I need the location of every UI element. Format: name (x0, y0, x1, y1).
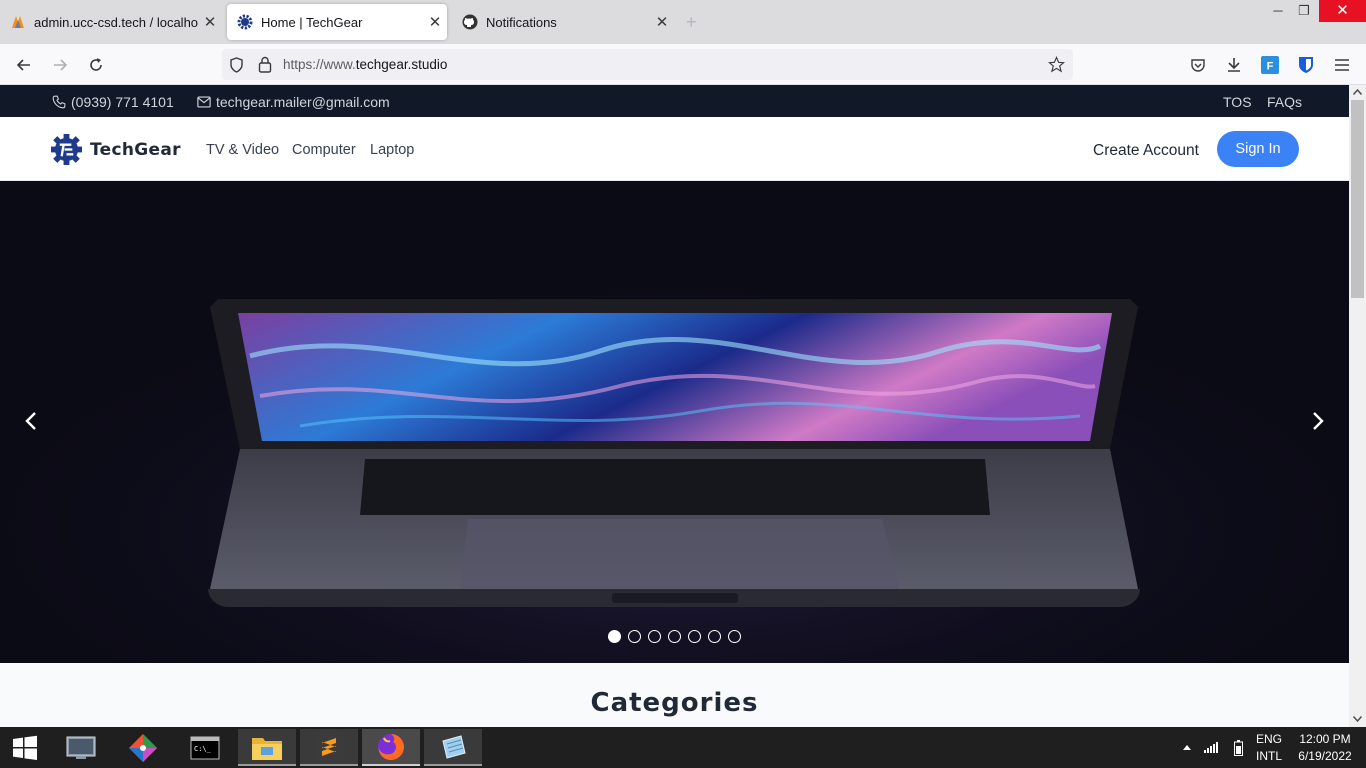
phone-contact[interactable]: (0939) 771 4101 (52, 94, 174, 110)
sublime-text-icon[interactable] (300, 729, 358, 766)
carousel-dot[interactable] (688, 630, 701, 643)
create-account-link[interactable]: Create Account (1093, 142, 1199, 160)
language-indicator[interactable]: ENG INTL (1254, 731, 1284, 765)
clock[interactable]: 12:00 PM 6/19/2022 (1292, 731, 1358, 765)
address-bar[interactable]: https://www.techgear.studio (222, 49, 1073, 80)
battery-icon[interactable] (1234, 740, 1243, 756)
keyboard-layout: INTL (1255, 749, 1282, 763)
carousel-prev-arrow-icon[interactable] (20, 409, 44, 433)
close-tab-icon[interactable]: ✕ (423, 13, 447, 31)
scroll-down-arrow-icon[interactable] (1353, 716, 1362, 722)
shield-icon[interactable] (229, 57, 244, 73)
laptop-hero-image (0, 181, 1349, 663)
nav-link-laptop[interactable]: Laptop (370, 142, 414, 158)
top-info-bar: (0939) 771 4101 techgear.mailer@gmail.co… (0, 85, 1349, 117)
carousel-indicators (608, 630, 748, 643)
svg-text:C:\_: C:\_ (194, 745, 212, 753)
tab-title: admin.ucc-csd.tech / localhost (34, 14, 198, 30)
back-arrow-icon[interactable] (12, 53, 36, 77)
tab-title: Home | TechGear (261, 14, 363, 30)
nav-link-tv-video[interactable]: TV & Video (206, 142, 279, 158)
carousel-dot[interactable] (608, 630, 621, 643)
tray-chevron-up-icon[interactable] (1182, 744, 1192, 751)
brand-name: TechGear (90, 139, 181, 160)
hero-carousel (0, 181, 1349, 663)
phone-number: (0939) 771 4101 (71, 94, 174, 110)
clock-time: 12:00 PM (1299, 732, 1351, 746)
browser-tab-strip: admin.ucc-csd.tech / localhost ✕ Home | … (0, 0, 1366, 44)
phpmyadmin-icon (12, 16, 24, 28)
windows-start-icon[interactable] (0, 729, 50, 766)
extension-ft-icon[interactable]: F (1258, 53, 1282, 77)
carousel-next-arrow-icon[interactable] (1305, 409, 1329, 433)
firefox-icon[interactable] (362, 729, 420, 766)
carousel-dot[interactable] (668, 630, 681, 643)
bookmark-star-icon[interactable] (1048, 56, 1065, 73)
bitwarden-icon[interactable] (1294, 53, 1318, 77)
restore-window-icon[interactable]: ❐ (1288, 0, 1320, 22)
hamburger-menu-icon[interactable] (1330, 53, 1354, 77)
site-header: TechGear TV & Video Computer Laptop Crea… (0, 117, 1349, 181)
techgear-gear-icon (237, 14, 253, 30)
tab-admin[interactable]: admin.ucc-csd.tech / localhost ✕ (0, 4, 222, 40)
new-tab-plus-icon[interactable]: + (686, 12, 697, 33)
envelope-icon (197, 96, 211, 108)
email-contact[interactable]: techgear.mailer@gmail.com (197, 94, 390, 110)
forward-arrow-icon[interactable] (48, 53, 72, 77)
git-kraken-icon[interactable] (114, 729, 172, 766)
github-icon (462, 14, 478, 30)
clock-date: 6/19/2022 (1298, 749, 1352, 763)
email-address: techgear.mailer@gmail.com (216, 94, 390, 110)
carousel-dot[interactable] (708, 630, 721, 643)
browser-navbar: https://www.techgear.studio F (0, 44, 1366, 85)
notepad-icon[interactable] (424, 729, 482, 766)
reload-icon[interactable] (84, 53, 108, 77)
url-text[interactable]: https://www.techgear.studio (283, 57, 447, 72)
faqs-link[interactable]: FAQs (1267, 94, 1302, 110)
command-prompt-icon[interactable]: C:\_ (176, 729, 234, 766)
carousel-dot[interactable] (728, 630, 741, 643)
carousel-dot[interactable] (648, 630, 661, 643)
brand-logo-link[interactable]: TechGear (51, 133, 181, 166)
nav-link-computer[interactable]: Computer (292, 142, 356, 158)
tab-title: Notifications (486, 14, 557, 30)
pocket-icon[interactable] (1186, 53, 1210, 77)
download-icon[interactable] (1222, 53, 1246, 77)
sign-in-button[interactable]: Sign In (1217, 131, 1299, 167)
web-page: (0939) 771 4101 techgear.mailer@gmail.co… (0, 85, 1349, 727)
scroll-up-arrow-icon[interactable] (1353, 89, 1362, 95)
techgear-logo-icon (51, 134, 82, 165)
close-window-icon[interactable]: ✕ (1319, 0, 1366, 22)
file-explorer-icon[interactable] (238, 729, 296, 766)
windows-taskbar: C:\_ ENG INTL 12:00 PM 6/19/2022 (0, 727, 1366, 768)
tab-notifications[interactable]: Notifications ✕ (452, 4, 674, 40)
close-tab-icon[interactable]: ✕ (198, 13, 222, 31)
categories-heading: Categories (590, 688, 759, 718)
scrollbar-thumb[interactable] (1351, 100, 1364, 298)
language-code: ENG (1255, 732, 1282, 746)
lock-icon[interactable] (258, 56, 272, 73)
close-tab-icon[interactable]: ✕ (650, 13, 674, 31)
desktop-monitor-icon[interactable] (52, 729, 110, 766)
phone-icon (52, 95, 66, 109)
tab-techgear[interactable]: Home | TechGear ✕ (227, 4, 447, 40)
svg-text:F: F (1267, 61, 1274, 73)
network-signal-icon[interactable] (1204, 741, 1218, 753)
tos-link[interactable]: TOS (1223, 94, 1252, 110)
carousel-dot[interactable] (628, 630, 641, 643)
